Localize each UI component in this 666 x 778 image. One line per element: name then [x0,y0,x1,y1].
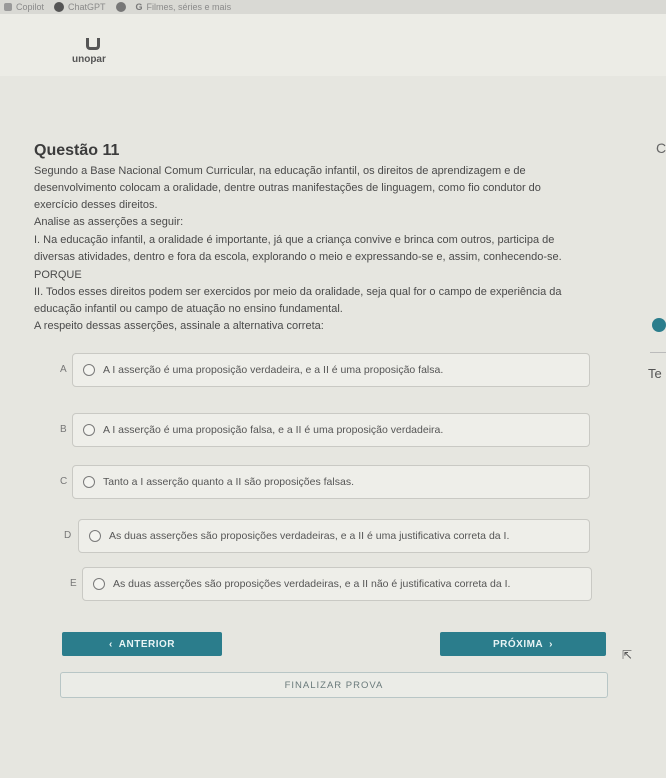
radio-button[interactable] [83,364,95,376]
question-line: diversas atividades, dentro e fora da es… [34,251,562,263]
unopar-logo-icon [86,38,100,50]
chatgpt-icon [54,2,65,12]
option-letter: A [60,364,67,375]
side-accent-dot[interactable] [652,318,666,332]
bookmark-copilot[interactable]: Copilot [4,2,44,12]
option-text: As duas asserções são proposições verdad… [113,578,511,590]
previous-button[interactable]: ‹ ANTERIOR [62,632,222,656]
option-b[interactable]: A I asserção é uma proposição falsa, e a… [72,413,590,447]
g-icon: G [135,2,143,12]
side-glyph: C [656,140,666,156]
next-button[interactable]: PRÓXIMA › [440,632,606,656]
option-text: As duas asserções são proposições verdad… [109,530,510,542]
question-line: I. Na educação infantil, a oralidade é i… [34,234,555,246]
side-text-fragment: Te [648,366,662,381]
bookmark-chatgpt[interactable]: ChatGPT [54,2,106,12]
question-line: PORQUE [34,269,82,281]
question-line: Segundo a Base Nacional Comum Curricular… [34,165,526,177]
chevron-left-icon: ‹ [108,638,113,650]
option-letter: D [64,530,72,541]
question-line: desenvolvimento colocam a oralidade, den… [34,182,541,194]
bookmark-label: Copilot [16,2,45,12]
finish-exam-button[interactable]: FINALIZAR PROVA [60,672,608,698]
option-text: Tanto a I asserção quanto a II são propo… [103,476,354,488]
radio-button[interactable] [89,530,101,542]
question-line: exercício desses direitos. [34,199,158,211]
option-letter: B [60,424,67,435]
next-label: PRÓXIMA [492,638,544,650]
finish-label: FINALIZAR PROVA [284,679,384,691]
bookmark-round[interactable] [115,2,126,12]
option-a[interactable]: A I asserção é uma proposição verdadeira… [72,353,590,387]
question-line: Analise as asserções a seguir: [34,216,184,228]
radio-button[interactable] [93,578,105,590]
option-c[interactable]: Tanto a I asserção quanto a II são propo… [72,465,590,499]
brand-name: unopar [72,54,106,65]
question-title: Questão 11 [34,142,120,159]
question-line: educação infantil ou campo de atuação no… [34,303,343,315]
chevron-right-icon: › [549,638,553,650]
option-e[interactable]: As duas asserções são proposições verdad… [82,567,592,601]
bookmark-filmes[interactable]: G Filmes, séries e mais [136,2,232,12]
previous-label: ANTERIOR [118,638,176,650]
option-d[interactable]: As duas asserções são proposições verdad… [78,519,590,553]
radio-button[interactable] [83,424,95,436]
option-text: A I asserção é uma proposição verdadeira… [103,364,444,376]
copilot-icon [4,3,12,11]
side-divider [650,352,666,353]
question-line: A respeito dessas asserções, assinale a … [34,320,324,332]
bookmark-label: ChatGPT [68,2,106,12]
round-icon [115,2,126,12]
bookmark-label: Filmes, séries e mais [146,2,232,12]
option-letter: E [70,578,77,589]
bookmarks-bar: Copilot ChatGPT G Filmes, séries e mais [0,0,666,14]
mouse-cursor-icon: ⇱ [622,648,633,662]
option-text: A I asserção é uma proposição falsa, e a… [103,424,444,436]
radio-button[interactable] [83,476,95,488]
option-letter: C [60,476,68,487]
question-line: II. Todos esses direitos podem ser exerc… [34,286,562,298]
